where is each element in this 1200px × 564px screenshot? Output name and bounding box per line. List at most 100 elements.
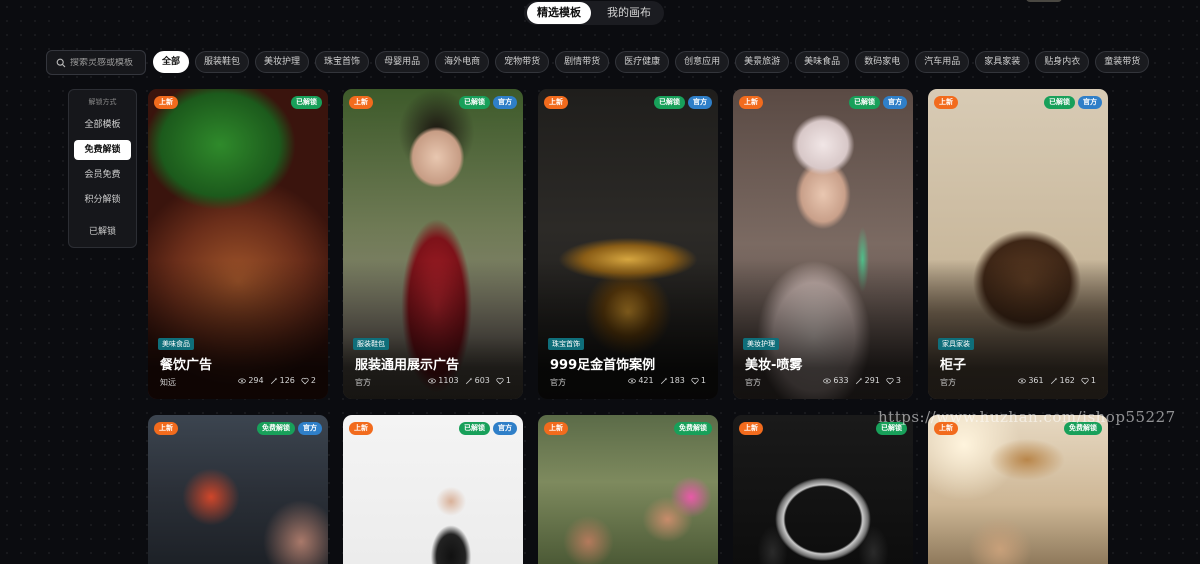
card-stats: 294 126 2 bbox=[238, 376, 316, 385]
category-furniture-home[interactable]: 家具家装 bbox=[975, 51, 1030, 73]
category-all[interactable]: 全部 bbox=[153, 51, 190, 73]
views-count: 1103 bbox=[438, 376, 459, 385]
likes-stat[interactable]: 1 bbox=[1081, 376, 1096, 385]
category-medical-health[interactable]: 医疗健康 bbox=[615, 51, 670, 73]
category-creative-apps[interactable]: 创意应用 bbox=[675, 51, 730, 73]
eye-icon bbox=[428, 378, 437, 383]
template-card[interactable]: 上新 已解锁 官方 bbox=[343, 415, 523, 564]
template-card[interactable]: 上新 免费解锁 官方 bbox=[148, 415, 328, 564]
category-kids-clothing[interactable]: 童装带货 bbox=[1095, 51, 1150, 73]
eye-icon bbox=[1018, 378, 1027, 383]
new-badge: 上新 bbox=[154, 96, 178, 109]
template-card[interactable]: 上新 免费解锁 bbox=[928, 415, 1108, 564]
heart-icon[interactable] bbox=[886, 377, 894, 385]
new-badge: 上新 bbox=[349, 422, 373, 435]
category-tag: 美妆护理 bbox=[743, 338, 779, 350]
unlock-filter-panel: 解锁方式 全部模板 免费解锁 会员免费 积分解锁 已解锁 bbox=[68, 89, 137, 248]
category-overseas-ecommerce[interactable]: 海外电商 bbox=[435, 51, 490, 73]
uses-stat: 603 bbox=[465, 376, 490, 385]
magic-wand-icon bbox=[1050, 377, 1057, 384]
official-badge: 官方 bbox=[688, 96, 712, 109]
likes-stat[interactable]: 2 bbox=[301, 376, 316, 385]
template-card[interactable]: 上新 已解锁 bbox=[733, 415, 913, 564]
tab-featured-templates[interactable]: 精选模板 bbox=[527, 2, 591, 24]
heart-icon[interactable] bbox=[1081, 377, 1089, 385]
magic-wand-icon bbox=[270, 377, 277, 384]
likes-count: 2 bbox=[310, 376, 316, 385]
likes-count: 1 bbox=[1090, 376, 1096, 385]
search-box[interactable] bbox=[46, 50, 146, 75]
new-badge: 上新 bbox=[739, 422, 763, 435]
card-shade bbox=[343, 89, 523, 399]
category-food[interactable]: 美味食品 bbox=[795, 51, 850, 73]
template-card[interactable]: 上新 已解锁 官方 服装鞋包 服装通用展示广告 官方 1103 603 1 bbox=[343, 89, 523, 399]
watermark-text: https://www.huzhan.com/ishop55227 bbox=[878, 408, 1176, 426]
magic-wand-icon bbox=[660, 377, 667, 384]
filter-all-templates[interactable]: 全部模板 bbox=[74, 115, 131, 135]
category-clothing-shoes-bags[interactable]: 服装鞋包 bbox=[195, 51, 250, 73]
views-count: 633 bbox=[833, 376, 849, 385]
card-image-outdoor-men bbox=[538, 415, 718, 564]
filter-member-free[interactable]: 会员免费 bbox=[74, 165, 131, 185]
views-stat: 633 bbox=[823, 376, 849, 385]
category-jewelry[interactable]: 珠宝首饰 bbox=[315, 51, 370, 73]
card-stats: 1103 603 1 bbox=[428, 376, 511, 385]
magic-wand-icon bbox=[465, 377, 472, 384]
official-badge: 官方 bbox=[1078, 96, 1102, 109]
card-author: 官方 bbox=[745, 378, 761, 387]
uses-count: 183 bbox=[669, 376, 685, 385]
template-card[interactable]: 上新 免费解锁 bbox=[538, 415, 718, 564]
template-card[interactable]: 上新 已解锁 官方 美妆护理 美妆-喷雾 官方 633 291 3 bbox=[733, 89, 913, 399]
card-image-headphones bbox=[733, 415, 913, 564]
likes-stat[interactable]: 3 bbox=[886, 376, 901, 385]
likes-count: 3 bbox=[895, 376, 901, 385]
category-scenic-travel[interactable]: 美景旅游 bbox=[735, 51, 790, 73]
unlock-status-badge: 免费解锁 bbox=[257, 422, 295, 435]
eye-icon bbox=[628, 378, 637, 383]
card-title: 餐饮广告 bbox=[160, 358, 213, 373]
uses-stat: 162 bbox=[1050, 376, 1075, 385]
template-card[interactable]: 上新 已解锁 官方 家具家装 柜子 官方 361 162 1 bbox=[928, 89, 1108, 399]
unlock-status-badge: 已解锁 bbox=[1044, 96, 1075, 109]
filter-points-unlock[interactable]: 积分解锁 bbox=[74, 190, 131, 210]
category-auto-supplies[interactable]: 汽车用品 bbox=[915, 51, 970, 73]
category-beauty-care[interactable]: 美妆护理 bbox=[255, 51, 310, 73]
filter-unlocked[interactable]: 已解锁 bbox=[74, 222, 131, 242]
category-story-sales[interactable]: 剧情带货 bbox=[555, 51, 610, 73]
uses-count: 291 bbox=[864, 376, 880, 385]
category-baby-products[interactable]: 母婴用品 bbox=[375, 51, 430, 73]
card-shade bbox=[733, 89, 913, 399]
likes-stat[interactable]: 1 bbox=[496, 376, 511, 385]
filter-free-unlock[interactable]: 免费解锁 bbox=[74, 140, 131, 160]
card-title: 美妆-喷雾 bbox=[745, 358, 803, 373]
uses-count: 603 bbox=[474, 376, 490, 385]
category-pet-sales[interactable]: 宠物带货 bbox=[495, 51, 550, 73]
heart-icon[interactable] bbox=[496, 377, 504, 385]
likes-stat[interactable]: 1 bbox=[691, 376, 706, 385]
top-right-pill[interactable] bbox=[1026, 0, 1062, 2]
eye-icon bbox=[238, 378, 247, 383]
views-stat: 294 bbox=[238, 376, 264, 385]
category-underwear[interactable]: 贴身内衣 bbox=[1035, 51, 1090, 73]
card-title: 柜子 bbox=[940, 358, 967, 373]
card-title: 服装通用展示广告 bbox=[355, 358, 460, 373]
category-tag: 美味食品 bbox=[158, 338, 194, 350]
category-tag: 服装鞋包 bbox=[353, 338, 389, 350]
template-card[interactable]: 上新 已解锁 官方 珠宝首饰 999足金首饰案例 官方 421 183 1 bbox=[538, 89, 718, 399]
category-tag: 家具家装 bbox=[938, 338, 974, 350]
search-input[interactable] bbox=[70, 57, 140, 68]
likes-count: 1 bbox=[505, 376, 511, 385]
tab-my-canvas[interactable]: 我的画布 bbox=[597, 2, 661, 24]
unlock-status-badge: 已解锁 bbox=[291, 96, 322, 109]
views-count: 361 bbox=[1028, 376, 1044, 385]
views-stat: 1103 bbox=[428, 376, 459, 385]
template-card[interactable]: 上新 已解锁 美味食品 餐饮广告 知远 294 126 2 bbox=[148, 89, 328, 399]
new-badge: 上新 bbox=[349, 96, 373, 109]
category-digital-appliances[interactable]: 数码家电 bbox=[855, 51, 910, 73]
card-image-model-white bbox=[343, 415, 523, 564]
card-stats: 421 183 1 bbox=[628, 376, 706, 385]
heart-icon[interactable] bbox=[691, 377, 699, 385]
heart-icon[interactable] bbox=[301, 377, 309, 385]
official-badge: 官方 bbox=[493, 96, 517, 109]
uses-count: 162 bbox=[1059, 376, 1075, 385]
